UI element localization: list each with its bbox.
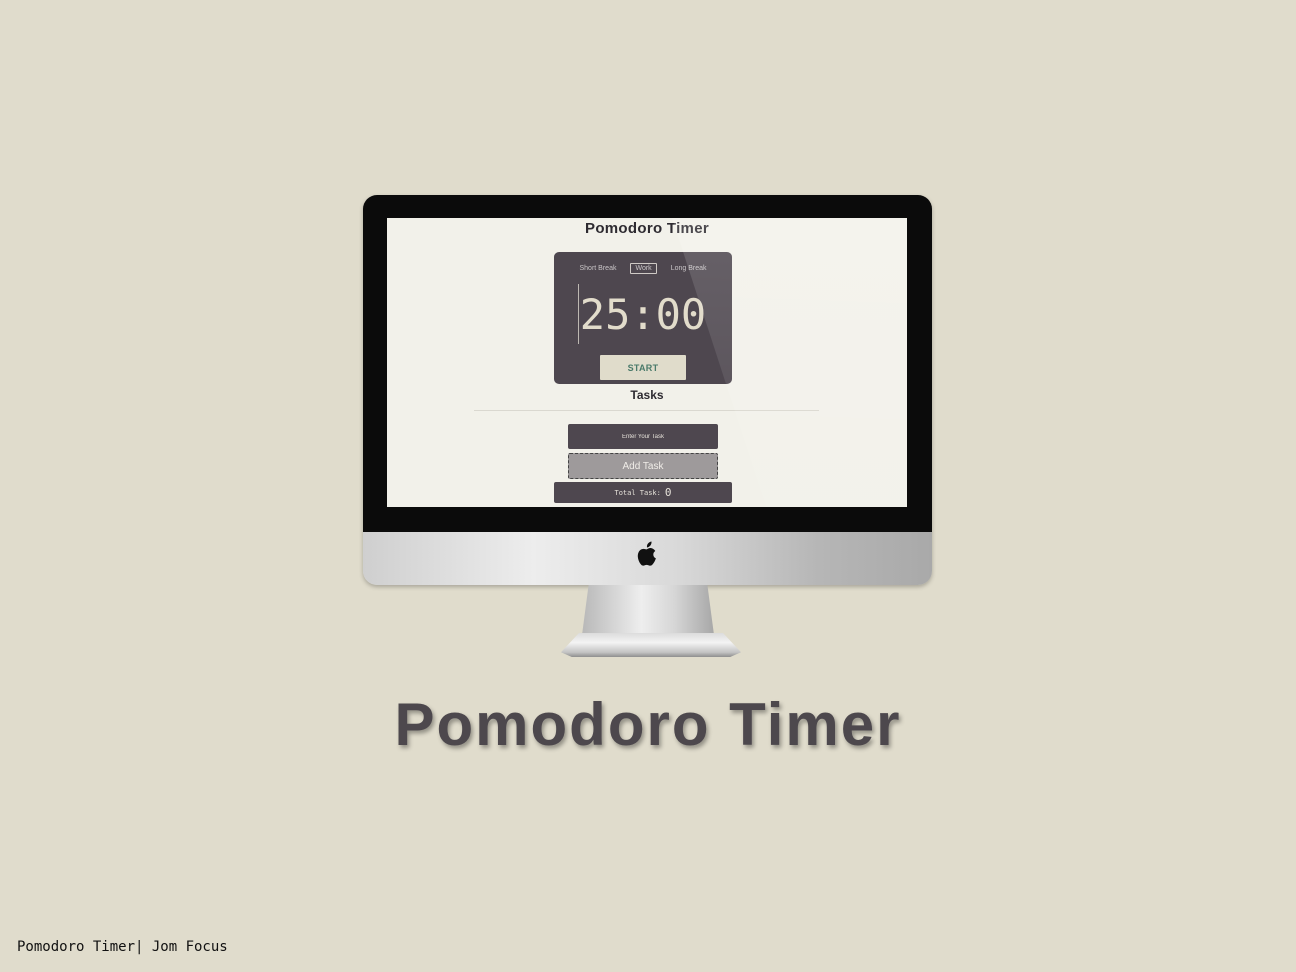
tasks-heading: Tasks — [630, 388, 664, 402]
apple-icon — [637, 541, 656, 566]
task-input[interactable] — [568, 424, 718, 449]
monitor-stand-base — [561, 633, 741, 657]
hero-title: Pomodoro Timer — [394, 691, 902, 758]
footer-credit: Pomodoro Timer| Jom Focus — [17, 939, 228, 955]
tab-work[interactable]: Work — [630, 262, 657, 274]
tab-long-break[interactable]: Long Break — [667, 263, 711, 274]
total-task-bar: Total Task: 0 — [554, 482, 732, 503]
total-task-count: 0 — [664, 486, 672, 499]
total-task-label: Total Task: — [614, 488, 661, 497]
timer-card: Short Break Work Long Break 25:00 START — [554, 252, 732, 384]
tab-short-break[interactable]: Short Break — [576, 263, 621, 274]
app-title: Pomodoro Timer — [585, 220, 709, 237]
add-task-button[interactable]: Add Task — [568, 453, 718, 479]
mode-tabs: Short Break Work Long Break — [554, 261, 732, 275]
timer-display: 25:00 — [579, 290, 707, 339]
monitor-stand — [582, 585, 714, 635]
app-screen: Pomodoro Timer Short Break Work Long Bre… — [387, 218, 907, 507]
start-button[interactable]: START — [600, 355, 686, 380]
tasks-divider — [474, 410, 819, 411]
